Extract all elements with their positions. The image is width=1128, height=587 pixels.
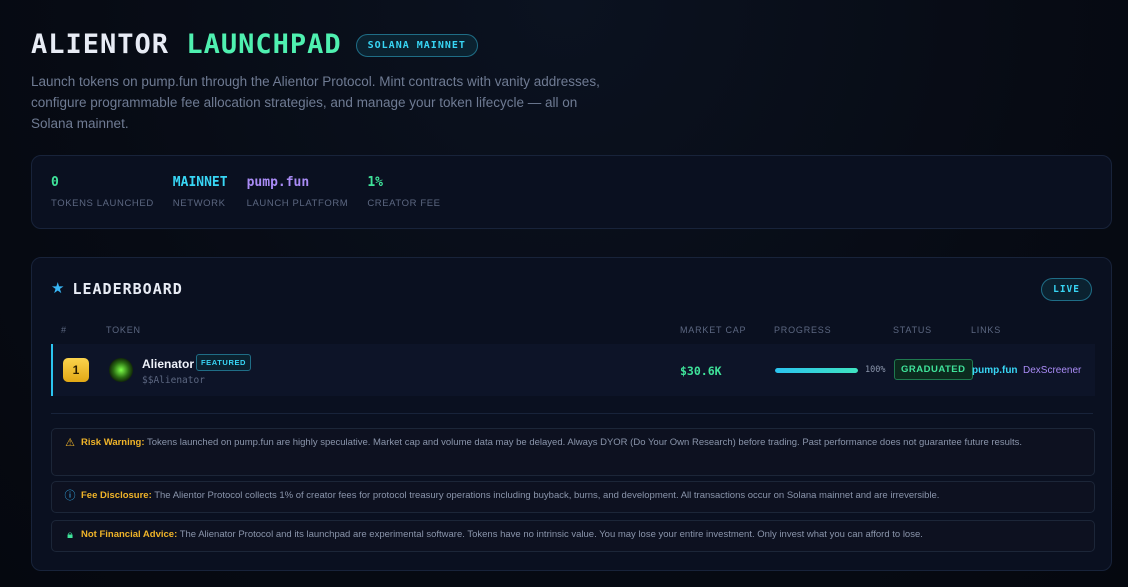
stat-value: 0: [51, 175, 59, 190]
fee-disclosure-notice: ⓘ Fee Disclosure: The Alientor Protocol …: [51, 481, 1095, 513]
leaderboard-title: LEADERBOARD: [72, 280, 183, 298]
col-status: STATUS: [893, 325, 932, 335]
risk-warning-notice: ⚠ Risk Warning: Tokens launched on pump.…: [51, 428, 1095, 476]
market-cap: $30.6K: [680, 364, 722, 378]
notice-title: Risk Warning:: [81, 437, 145, 448]
rank-badge: 1: [63, 358, 89, 382]
stat-label: LAUNCH PLATFORM: [246, 198, 349, 209]
col-links: LINKS: [971, 325, 1002, 335]
lock-icon: 🔒︎: [67, 529, 73, 541]
stats-panel: 0 TOKENS LAUNCHED MAINNET NETWORK pump.f…: [31, 155, 1112, 229]
warning-icon: ⚠: [65, 437, 75, 449]
col-progress: PROGRESS: [774, 325, 832, 335]
stat-label: CREATOR FEE: [367, 198, 441, 209]
page-title: ALIENTOR LAUNCHPAD: [31, 30, 342, 60]
status-badge: GRADUATED: [894, 359, 973, 380]
token-logo: [109, 358, 133, 382]
token-symbol: $$Alienator: [142, 375, 205, 386]
progress-percent: 100%: [865, 365, 886, 375]
title-part-1: ALIENTOR: [31, 29, 170, 60]
notice-text: Fee Disclosure: The Alientor Protocol co…: [81, 489, 1086, 503]
stat-value: MAINNET: [172, 175, 228, 190]
progress-bar: [775, 368, 858, 373]
page: ALIENTOR LAUNCHPAD SOLANA MAINNET Launch…: [31, 30, 1112, 571]
token-name: Alienator: [142, 357, 195, 371]
network-badge: SOLANA MAINNET: [355, 33, 478, 57]
stat-network: MAINNET NETWORK: [173, 156, 228, 228]
stat-label: NETWORK: [172, 198, 226, 209]
notice-body: The Alienator Protocol and its launchpad…: [177, 529, 923, 540]
page-description: Launch tokens on pump.fun through the Al…: [31, 74, 600, 131]
header: ALIENTOR LAUNCHPAD SOLANA MAINNET: [31, 30, 1112, 60]
stat-creator-fee: 1% CREATOR FEE: [367, 156, 440, 228]
stat-tokens-launched: 0 TOKENS LAUNCHED: [51, 156, 154, 228]
title-part-2: LAUNCHPAD: [186, 29, 342, 60]
notice-title: Not Financial Advice:: [81, 529, 178, 540]
table-row[interactable]: 1 Alienator FEATURED $$Alienator $30.6K …: [51, 344, 1095, 396]
notice-body: Tokens launched on pump.fun are highly s…: [144, 437, 1022, 448]
col-market-cap: MARKET CAP: [680, 325, 747, 335]
stat-label: TOKENS LAUNCHED: [51, 198, 154, 209]
leaderboard-panel: ★ LEADERBOARD LIVE # TOKEN MARKET CAP PR…: [31, 257, 1112, 571]
col-token: TOKEN: [106, 325, 141, 335]
stat-value: pump.fun: [246, 175, 310, 190]
notice-body: The Alientor Protocol collects 1% of cre…: [151, 490, 940, 501]
pumpfun-link[interactable]: pump.fun: [972, 365, 1018, 376]
stat-launch-platform: pump.fun LAUNCH PLATFORM: [247, 156, 349, 228]
dexscreener-link[interactable]: DexScreener: [1023, 365, 1081, 376]
live-badge: LIVE: [1041, 278, 1092, 301]
notice-text: Not Financial Advice: The Alienator Prot…: [81, 528, 1086, 542]
leaderboard-header: ★ LEADERBOARD: [51, 280, 183, 298]
col-rank: #: [61, 325, 67, 335]
star-icon: ★: [51, 280, 65, 297]
stat-value: 1%: [367, 175, 383, 190]
not-financial-advice-notice: 🔒︎ Not Financial Advice: The Alienator P…: [51, 520, 1095, 552]
notice-title: Fee Disclosure:: [81, 490, 152, 501]
notice-text: Risk Warning: Tokens launched on pump.fu…: [81, 436, 1086, 450]
info-icon: ⓘ: [64, 490, 76, 502]
divider: [51, 413, 1093, 414]
progress-bar-fill: [775, 368, 858, 373]
featured-badge: FEATURED: [196, 354, 252, 371]
